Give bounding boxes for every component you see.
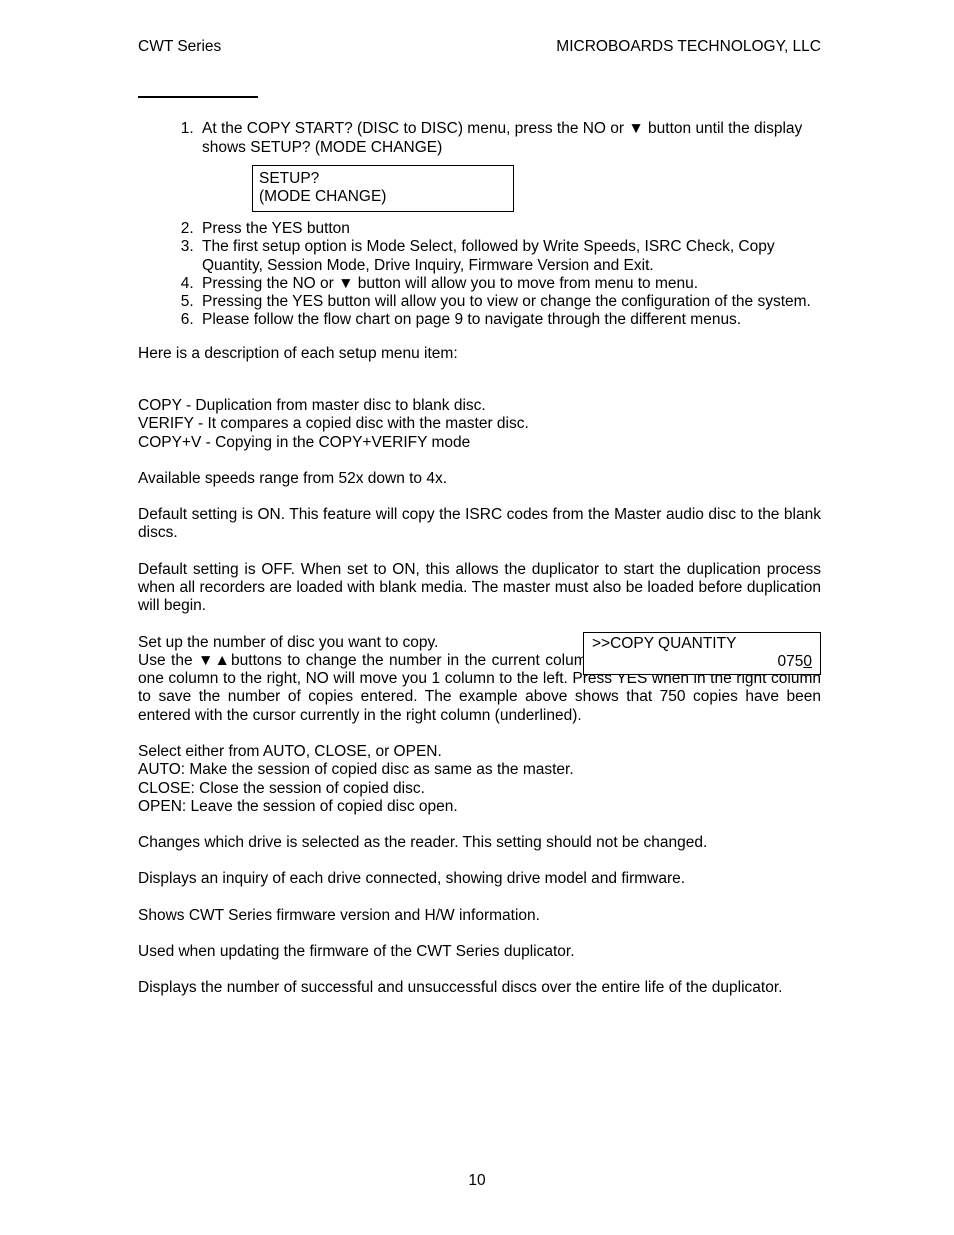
step-3: The first setup option is Mode Select, f…	[198, 238, 821, 275]
step-5: Pressing the YES button will allow you t…	[198, 293, 821, 311]
lcd-line-1: SETUP?	[259, 170, 507, 189]
step-1: At the COPY START? (DISC to DISC) menu, …	[198, 120, 821, 212]
down-arrow-icon	[338, 275, 353, 292]
step-6: Please follow the flow chart on page 9 t…	[198, 311, 821, 329]
lcd-line-2: (MODE CHANGE)	[259, 188, 507, 207]
step-4: Pressing the NO or button will allow you…	[198, 275, 821, 293]
down-arrow-icon	[628, 120, 643, 137]
lcd-qty-cursor-digit: 0	[803, 653, 812, 670]
qty-body-a: Use the	[138, 652, 198, 669]
step-4-text-b: button will allow you to move from menu …	[353, 275, 698, 292]
step-2: Press the YES button	[198, 220, 821, 238]
desc-inquiry: Displays an inquiry of each drive connec…	[138, 870, 821, 888]
lcd-display-copy-qty: >>COPY QUANTITY 0750	[583, 632, 821, 675]
desc-session-3: CLOSE: Close the session of copied disc.	[138, 780, 821, 798]
down-arrow-icon	[198, 652, 215, 669]
desc-speeds: Available speeds range from 52x down to …	[138, 470, 821, 488]
page: CWT Series MICROBOARDS TECHNOLOGY, LLC A…	[0, 0, 954, 1235]
header-left: CWT Series	[138, 38, 221, 56]
page-header: CWT Series MICROBOARDS TECHNOLOGY, LLC	[138, 38, 821, 56]
page-number: 10	[0, 1172, 954, 1190]
lcd-qty-line-2: 0750	[592, 653, 812, 672]
lcd-qty-line-1: >>COPY QUANTITY	[592, 635, 812, 654]
lcd-qty-digits: 075	[778, 653, 804, 670]
desc-history: Displays the number of successful and un…	[138, 979, 821, 997]
desc-verify: VERIFY - It compares a copied disc with …	[138, 415, 821, 433]
copy-qty-section: >>COPY QUANTITY 0750 Set up the number o…	[138, 634, 821, 652]
section-rule	[138, 96, 258, 98]
desc-firmware: Shows CWT Series firmware version and H/…	[138, 907, 821, 925]
desc-reader: Changes which drive is selected as the r…	[138, 834, 821, 852]
up-arrow-icon	[215, 652, 232, 669]
desc-autorun: Default setting is OFF. When set to ON, …	[138, 561, 821, 616]
desc-copyv: COPY+V - Copying in the COPY+VERIFY mode	[138, 434, 821, 452]
desc-copy: COPY - Duplication from master disc to b…	[138, 397, 821, 415]
desc-isrc: Default setting is ON. This feature will…	[138, 506, 821, 543]
desc-session-4: OPEN: Leave the session of copied disc o…	[138, 798, 821, 816]
header-right: MICROBOARDS TECHNOLOGY, LLC	[556, 38, 821, 56]
desc-session-2: AUTO: Make the session of copied disc as…	[138, 761, 821, 779]
intro-paragraph: Here is a description of each setup menu…	[138, 345, 821, 363]
desc-session-1: Select either from AUTO, CLOSE, or OPEN.	[138, 743, 821, 761]
step-1-text-a: At the COPY START? (DISC to DISC) menu, …	[202, 120, 628, 137]
lcd-display-setup: SETUP? (MODE CHANGE)	[252, 165, 514, 212]
step-4-text-a: Pressing the NO or	[202, 275, 338, 292]
step-list: At the COPY START? (DISC to DISC) menu, …	[138, 120, 821, 329]
desc-update: Used when updating the firmware of the C…	[138, 943, 821, 961]
